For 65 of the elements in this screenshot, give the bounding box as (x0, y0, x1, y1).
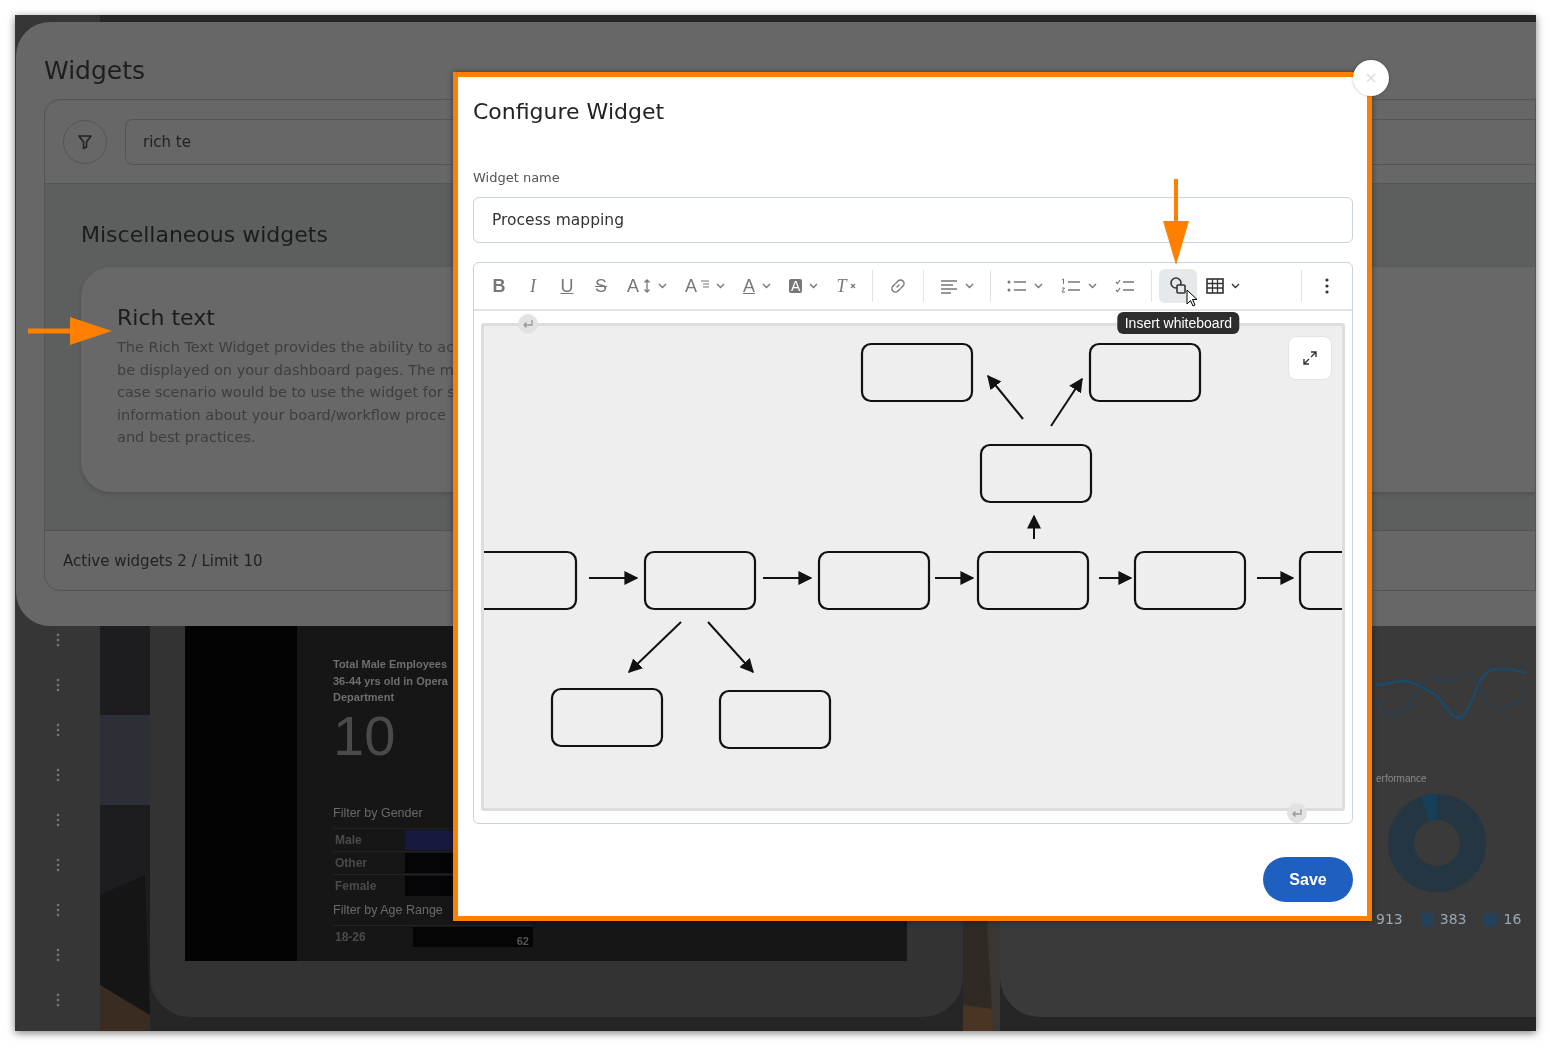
flowchart-arrow (762, 571, 813, 585)
more-icon[interactable] (55, 813, 60, 827)
expand-icon (1301, 349, 1319, 367)
bullet-list-icon (1007, 278, 1028, 294)
flowchart-arrow (1027, 514, 1041, 540)
clear-button[interactable]: T (827, 269, 866, 303)
widget-name-field[interactable]: Process mapping (473, 197, 1353, 243)
flowchart-arrow (987, 374, 1024, 420)
metric-title: Total Male Employees 36-44 yrs old in Opera Department (333, 657, 448, 705)
table-icon (1206, 278, 1225, 294)
link-icon (889, 277, 908, 295)
flowchart-arrow (934, 571, 975, 585)
more-icon[interactable] (55, 948, 60, 962)
shapes-icon (1168, 276, 1189, 296)
whiteboard-button[interactable] (1159, 269, 1198, 303)
more-icon[interactable] (55, 993, 60, 1007)
more-icon[interactable] (55, 768, 60, 782)
filter-button[interactable] (63, 119, 107, 164)
flowchart-node (1298, 550, 1342, 611)
count-label: 62 (516, 934, 530, 947)
flowchart-arrow (1098, 571, 1133, 585)
numbered-list-icon (1061, 278, 1082, 294)
flowchart-arrow (628, 621, 682, 673)
flowchart-arrow (588, 571, 639, 585)
section-title: Miscellaneous widgets (81, 222, 328, 247)
filter-title: Filter by Age Range (333, 902, 443, 917)
stat-value: 913 (1376, 911, 1403, 927)
bold-button[interactable]: B (482, 269, 516, 303)
x-icon (850, 283, 857, 289)
text-color-button[interactable]: A (734, 269, 781, 303)
tooltip: Insert whiteboard (1117, 312, 1240, 334)
flowchart-arrow (1256, 571, 1295, 585)
cursor-icon (1186, 289, 1199, 307)
return-icon (518, 314, 538, 334)
strike-button[interactable]: S (584, 269, 618, 303)
highlight-button[interactable]: A (780, 269, 828, 303)
more-icon (1325, 278, 1329, 294)
more-icon[interactable] (55, 723, 60, 737)
align-left-icon (940, 278, 959, 294)
filter-icon (77, 133, 93, 150)
close-icon (1365, 72, 1377, 84)
section-label: erformance (1376, 773, 1427, 784)
stat-value: 383 (1439, 911, 1467, 927)
stat-value: 16 (1503, 911, 1522, 927)
flowchart-arrow (707, 621, 754, 674)
filter-title: Filter by Gender (333, 805, 423, 820)
line-height-button[interactable]: A (676, 269, 735, 303)
dialog-title: Configure Widget (473, 99, 666, 124)
save-button[interactable]: Save (1263, 857, 1353, 902)
widget-count: Active widgets 2 / Limit 10 (63, 551, 263, 570)
underline-button[interactable]: U (550, 269, 584, 303)
panel-title: Widgets (44, 56, 146, 85)
task-list-icon (1115, 278, 1136, 294)
more-icon[interactable] (55, 633, 60, 647)
more-icon[interactable] (55, 858, 60, 872)
field-label: Widget name (473, 170, 561, 185)
flowchart-arrow (1050, 377, 1083, 427)
resize-icon (643, 278, 651, 294)
italic-button[interactable]: I (516, 269, 550, 303)
more-icon[interactable] (55, 903, 60, 917)
font-size-button[interactable]: A (618, 269, 676, 303)
return-icon (1287, 803, 1307, 823)
more-icon[interactable] (55, 678, 60, 692)
expand-button[interactable] (1288, 336, 1332, 380)
widget-title: Rich text (117, 305, 215, 330)
